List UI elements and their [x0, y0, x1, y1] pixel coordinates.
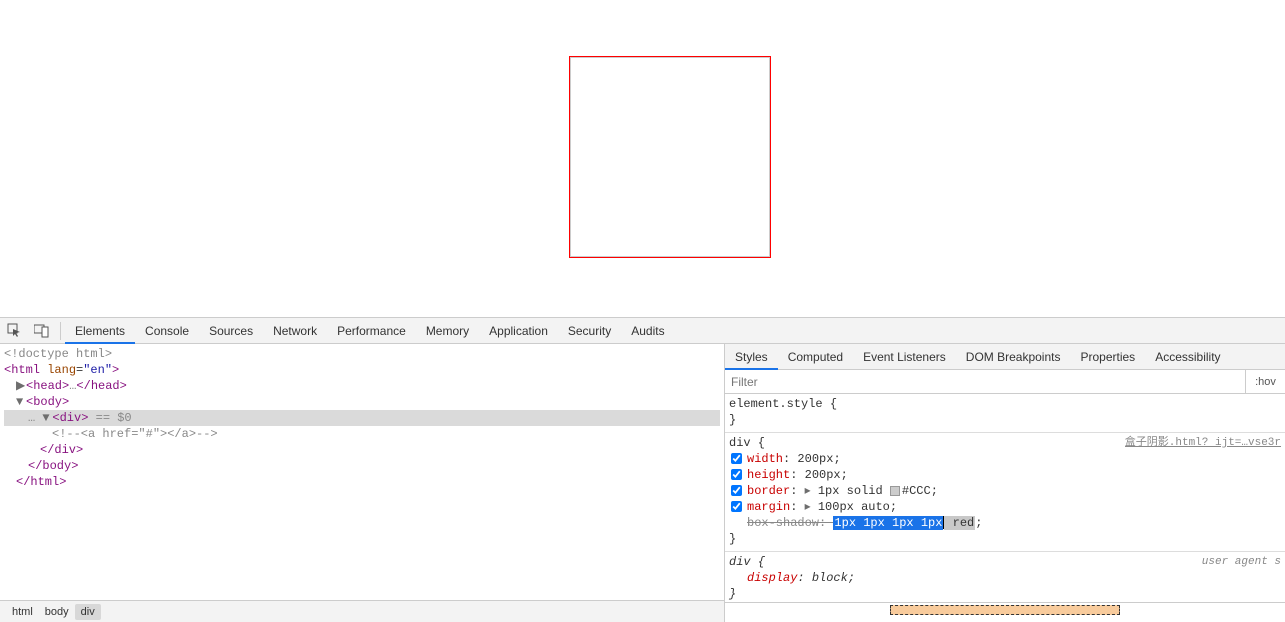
- prop-value[interactable]: 100px auto: [818, 500, 890, 514]
- stylesheet-link[interactable]: 盒子阴影.html? ijt=…vse3r: [1125, 435, 1281, 451]
- page-preview: [0, 0, 1285, 317]
- width-prop[interactable]: width: 200px;: [729, 451, 1281, 467]
- elements-panel: <!doctype html><html lang="en">▶<head>…<…: [0, 344, 725, 622]
- styles-sidebar: StylesComputedEvent ListenersDOM Breakpo…: [725, 344, 1285, 622]
- styles-tab-event-listeners[interactable]: Event Listeners: [853, 344, 956, 370]
- styles-tab-accessibility[interactable]: Accessibility: [1145, 344, 1230, 370]
- prop-toggle[interactable]: [731, 485, 742, 496]
- border-prop[interactable]: border: ▸ 1px solid #CCC;: [729, 483, 1281, 499]
- panels-container: <!doctype html><html lang="en">▶<head>…<…: [0, 344, 1285, 622]
- devtools: ElementsConsoleSourcesNetworkPerformance…: [0, 317, 1285, 622]
- prop-name: border: [747, 484, 790, 498]
- inspect-icon[interactable]: [0, 318, 28, 344]
- tab-console[interactable]: Console: [135, 318, 199, 344]
- rendered-div-box: [570, 57, 770, 257]
- toolbar-separator: [60, 322, 61, 340]
- box-shadow-prop[interactable]: box-shadow: 1px 1px 1px 1px red;: [729, 515, 1281, 531]
- user-agent-rule-block[interactable]: user agent s div { display: block; }: [725, 552, 1285, 602]
- prop-value[interactable]: 200px: [797, 452, 833, 466]
- devtools-toolbar: ElementsConsoleSourcesNetworkPerformance…: [0, 318, 1285, 344]
- prop-name: margin: [747, 500, 790, 514]
- dom-node[interactable]: <!doctype html>: [4, 346, 720, 362]
- tab-sources[interactable]: Sources: [199, 318, 263, 344]
- prop-name: box-shadow: [747, 516, 819, 530]
- tab-network[interactable]: Network: [263, 318, 327, 344]
- crumb-div[interactable]: div: [75, 604, 101, 620]
- rule-close-brace: }: [729, 586, 1281, 602]
- prop-value[interactable]: 200px: [805, 468, 841, 482]
- height-prop[interactable]: height: 200px;: [729, 467, 1281, 483]
- rule-close-brace: }: [729, 412, 1281, 428]
- dom-node[interactable]: … ▼<div> == $0: [4, 410, 720, 426]
- styles-tab-styles[interactable]: Styles: [725, 344, 778, 370]
- dom-node[interactable]: </html>: [4, 474, 720, 490]
- tab-memory[interactable]: Memory: [416, 318, 479, 344]
- prop-toggle[interactable]: [731, 453, 742, 464]
- crumb-html[interactable]: html: [6, 604, 39, 620]
- main-tab-strip: ElementsConsoleSourcesNetworkPerformance…: [65, 318, 675, 344]
- prop-value[interactable]: 1px solid: [818, 484, 890, 498]
- tab-elements[interactable]: Elements: [65, 318, 135, 344]
- rule-close-brace: }: [729, 531, 1281, 547]
- styles-tab-strip: StylesComputedEvent ListenersDOM Breakpo…: [725, 344, 1285, 370]
- dom-node[interactable]: ▼<body>: [4, 394, 720, 410]
- hov-toggle[interactable]: :hov: [1245, 370, 1285, 394]
- crumb-body[interactable]: body: [39, 604, 75, 620]
- styles-filter-input[interactable]: [725, 375, 1245, 389]
- shadow-value-gray[interactable]: red: [944, 516, 975, 530]
- margin-prop[interactable]: margin: ▸ 100px auto;: [729, 499, 1281, 515]
- prop-toggle[interactable]: [731, 501, 742, 512]
- selector-text: div {: [729, 554, 1281, 570]
- display-prop[interactable]: display: block;: [729, 570, 1281, 586]
- shadow-value-selected[interactable]: 1px 1px 1px 1px: [833, 516, 943, 530]
- dom-node[interactable]: </body>: [4, 458, 720, 474]
- prop-name: height: [747, 468, 790, 482]
- style-rules[interactable]: element.style { } 盒子阴影.html? ijt=…vse3r …: [725, 394, 1285, 602]
- dom-node[interactable]: <html lang="en">: [4, 362, 720, 378]
- breadcrumb: htmlbodydiv: [0, 600, 724, 622]
- div-rule-block[interactable]: 盒子阴影.html? ijt=…vse3r div { width: 200px…: [725, 433, 1285, 552]
- styles-tab-dom-breakpoints[interactable]: DOM Breakpoints: [956, 344, 1071, 370]
- prop-name: width: [747, 452, 783, 466]
- selector-text: element.style {: [729, 396, 1281, 412]
- dom-node[interactable]: </div>: [4, 442, 720, 458]
- element-style-block[interactable]: element.style { }: [725, 394, 1285, 433]
- tab-audits[interactable]: Audits: [621, 318, 674, 344]
- prop-toggle[interactable]: [731, 469, 742, 480]
- styles-filter-row: :hov: [725, 370, 1285, 394]
- styles-tab-properties[interactable]: Properties: [1070, 344, 1145, 370]
- tab-application[interactable]: Application: [479, 318, 558, 344]
- dom-node[interactable]: <!--<a href="#"></a>-->: [4, 426, 720, 442]
- tab-performance[interactable]: Performance: [327, 318, 416, 344]
- color-swatch[interactable]: [890, 486, 900, 496]
- dom-tree[interactable]: <!doctype html><html lang="en">▶<head>…<…: [0, 344, 724, 600]
- styles-tab-computed[interactable]: Computed: [778, 344, 853, 370]
- prop-name: display: [747, 571, 797, 585]
- user-agent-label: user agent s: [1202, 554, 1281, 570]
- prop-value: block: [812, 571, 848, 585]
- dom-node[interactable]: ▶<head>…</head>: [4, 378, 720, 394]
- tab-security[interactable]: Security: [558, 318, 621, 344]
- margin-box[interactable]: [890, 605, 1120, 615]
- device-toggle-icon[interactable]: [28, 318, 56, 344]
- box-model-strip: [725, 602, 1285, 622]
